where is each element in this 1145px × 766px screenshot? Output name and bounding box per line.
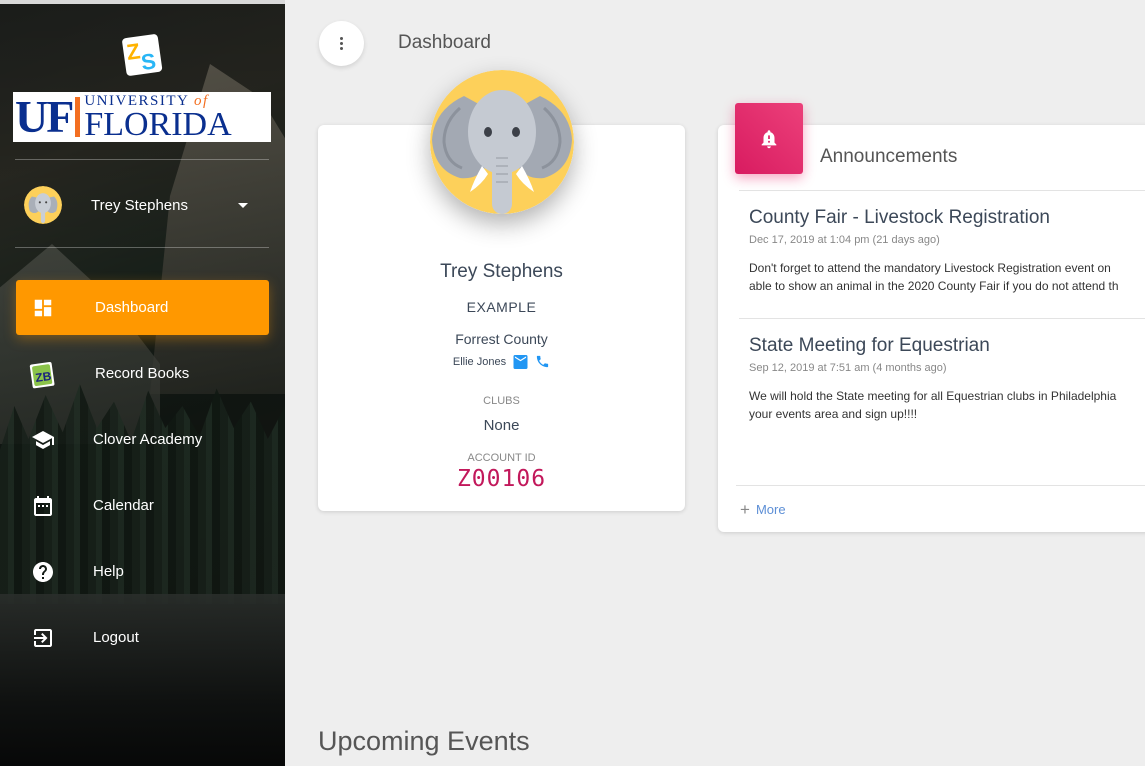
svg-text:ZB: ZB (35, 368, 53, 384)
help-icon (28, 557, 58, 587)
graduation-cap-icon (28, 425, 58, 455)
page-title: Dashboard (398, 32, 491, 53)
announcement-body: We will hold the State meeting for all E… (749, 389, 1117, 421)
announcement-date: Dec 17, 2019 at 1:04 pm (21 days ago) (749, 234, 940, 246)
zs-logo: Z S (118, 30, 166, 78)
profile-leader: Ellie Jones (318, 354, 685, 369)
clubs-value: None (483, 417, 520, 434)
uf-logo: UF UNIVERSITY of FLORIDA (13, 92, 271, 142)
sidebar: Z S UF UNIVERSITY of FLORIDA Trey Stephe… (0, 0, 285, 766)
upcoming-events-title: Upcoming Events (318, 726, 530, 756)
announcement-title[interactable]: State Meeting for Equestrian (749, 335, 990, 357)
more-options-button[interactable] (319, 21, 364, 66)
announcement-title[interactable]: County Fair - Livestock Registration (749, 207, 1050, 229)
announcement-date: Sep 12, 2019 at 7:51 am (4 months ago) (749, 362, 947, 374)
profile-avatar (430, 70, 574, 214)
sidebar-divider (15, 247, 269, 248)
phone-icon[interactable] (535, 354, 550, 369)
chevron-down-icon (238, 203, 248, 208)
dashboard-icon (28, 293, 58, 323)
leader-name: Ellie Jones (452, 355, 507, 368)
user-menu[interactable]: Trey Stephens (24, 185, 264, 225)
announcement-body: Don't forget to attend the mandatory Liv… (749, 261, 1119, 293)
user-name: Trey Stephens (91, 196, 188, 214)
record-books-icon: ZB (28, 359, 58, 389)
sidebar-divider (15, 159, 269, 160)
bell-icon (735, 103, 803, 174)
sidebar-item-label: Logout (93, 629, 139, 646)
sidebar-item-calendar[interactable]: Calendar (16, 478, 269, 533)
sidebar-item-record-books[interactable]: ZB Record Books (16, 346, 269, 401)
profile-example: EXAMPLE (466, 299, 537, 315)
uf-logo-mark: UF (15, 91, 74, 142)
sidebar-item-label: Clover Academy (93, 431, 203, 448)
sidebar-item-clover-academy[interactable]: Clover Academy (16, 412, 269, 467)
sidebar-item-label: Help (93, 563, 124, 580)
sidebar-item-label: Calendar (93, 497, 154, 514)
calendar-icon (28, 491, 58, 521)
profile-name: Trey Stephens (440, 261, 563, 282)
more-label: More (755, 502, 786, 517)
avatar (24, 186, 62, 224)
divider (739, 190, 1145, 191)
email-icon[interactable] (512, 354, 529, 369)
account-id-value: Z00106 (456, 466, 547, 492)
logout-icon (28, 623, 58, 653)
announcements-title: Announcements (820, 146, 958, 167)
sidebar-nav: Dashboard ZB Record Books Clover Academy… (16, 280, 269, 676)
more-vert-icon (340, 37, 343, 50)
announcements-card (718, 125, 1145, 532)
divider (736, 485, 1145, 486)
clubs-label: CLUBS (483, 395, 520, 407)
sidebar-item-logout[interactable]: Logout (16, 610, 269, 665)
sidebar-item-help[interactable]: Help (16, 544, 269, 599)
sidebar-item-label: Dashboard (95, 299, 169, 316)
divider (739, 318, 1145, 319)
account-id-label: ACCOUNT ID (467, 452, 536, 464)
profile-county: Forrest County (455, 331, 548, 347)
uf-logo-florida: FLORIDA (84, 105, 232, 143)
sidebar-item-dashboard[interactable]: Dashboard (16, 280, 269, 335)
more-announcements-link[interactable]: + More (740, 500, 786, 519)
sidebar-item-label: Record Books (95, 365, 190, 382)
plus-icon: + (740, 500, 750, 519)
